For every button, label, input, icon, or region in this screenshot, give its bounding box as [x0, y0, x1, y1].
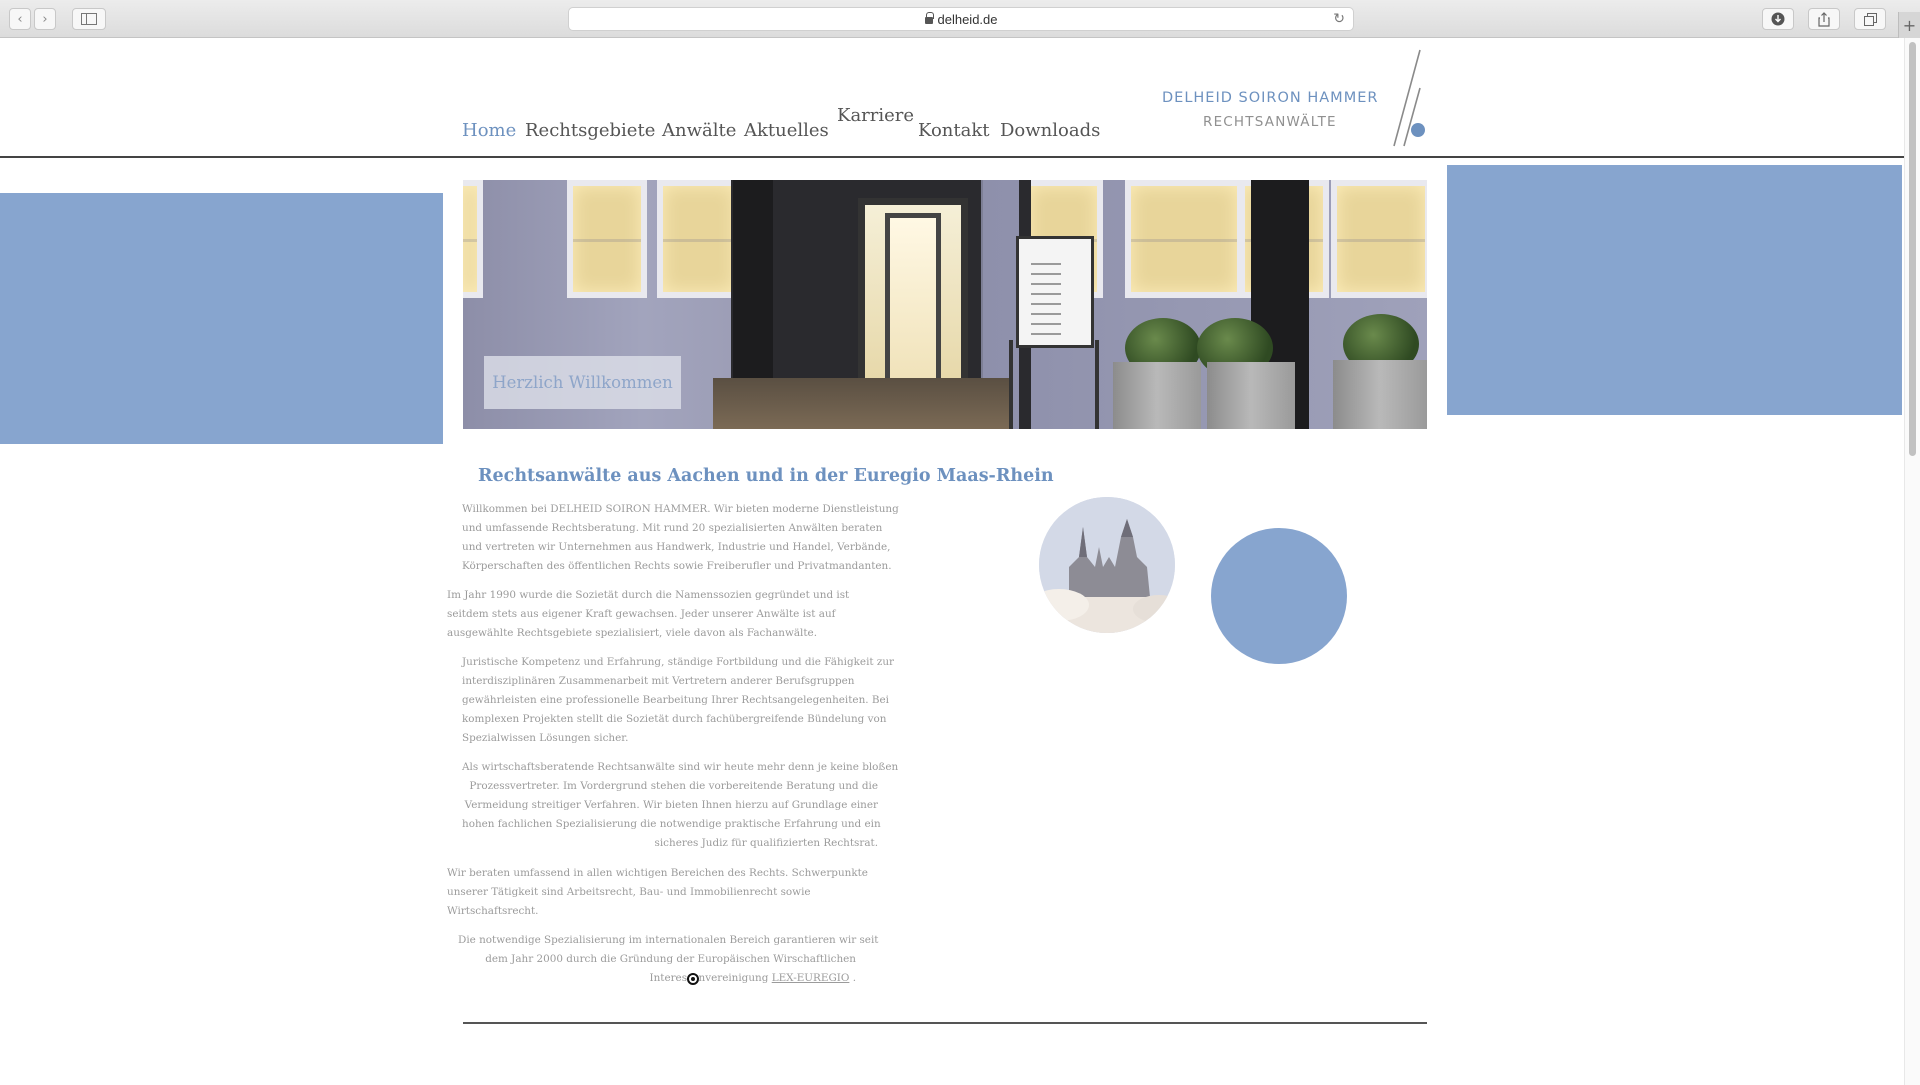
decorative-panel-left: [0, 193, 443, 444]
paragraph-line: Als wirtschaftsberatende Rechtsanwälte s…: [462, 761, 899, 773]
forward-button[interactable]: ›: [34, 8, 56, 30]
nav-aktuelles[interactable]: Aktuelles: [744, 120, 829, 141]
paragraph-line: komplexen Projekten stellt die Sozietät …: [462, 713, 887, 725]
international-paragraph: Die notwendige Spezialisierung im intern…: [458, 931, 879, 988]
nav-kontakt[interactable]: Kontakt: [918, 120, 990, 141]
url-text: delheid.de: [937, 11, 998, 27]
paragraph-line: ausgewählte Rechtsgebiete spezialisiert,…: [447, 627, 817, 639]
chevron-right-icon: ›: [42, 11, 48, 27]
paragraph-line: sicheres Judiz für qualifizierten Rechts…: [654, 837, 878, 849]
hero-image: Herzlich Willkommen: [463, 180, 1427, 429]
download-button[interactable]: [1762, 8, 1794, 30]
nav-rechtsgebiete[interactable]: Rechtsgebiete: [525, 120, 655, 141]
mouse-cursor: [687, 973, 699, 985]
share-button[interactable]: [1808, 8, 1840, 30]
lex-euregio-link[interactable]: LEX-EUREGIO: [772, 972, 850, 984]
paragraph-line: dem Jahr 2000 durch die Gründung der Eur…: [485, 953, 856, 965]
nav-anwaelte[interactable]: Anwälte: [662, 120, 736, 141]
paragraph-line: seitdem stets aus eigener Kraft gewachse…: [447, 608, 836, 620]
nav-karriere[interactable]: Karriere: [837, 105, 914, 126]
plus-icon: +: [1902, 15, 1917, 35]
decorative-circle: [1211, 528, 1347, 664]
competence-paragraph: Juristische Kompetenz und Erfahrung, stä…: [462, 653, 894, 748]
sidebar-button[interactable]: [72, 8, 106, 30]
tabs-icon: [1863, 12, 1877, 26]
site-logo[interactable]: DELHEID SOIRON HAMMER RECHTSANWÄLTE: [1162, 48, 1428, 148]
address-bar[interactable]: delheid.de ↻: [568, 7, 1354, 31]
sidebar-icon: [81, 13, 97, 25]
tabs-button[interactable]: [1854, 8, 1886, 30]
main-nav: Home Rechtsgebiete Anwälte Aktuelles Kar…: [462, 100, 1102, 144]
chevron-left-icon: ‹: [17, 11, 23, 27]
paragraph-line: Wirtschaftsrecht.: [447, 905, 539, 917]
paragraph-line: unserer Tätigkeit sind Arbeitsrecht, Bau…: [447, 886, 811, 898]
scrollbar-thumb[interactable]: [1909, 42, 1916, 456]
intro-paragraph: Willkommen bei DELHEID SOIRON HAMMER. Wi…: [462, 500, 899, 576]
paragraph-line: gewährleisten eine professionelle Bearbe…: [462, 694, 889, 706]
paragraph-line: Im Jahr 1990 wurde die Sozietät durch di…: [447, 589, 850, 601]
back-button[interactable]: ‹: [9, 8, 31, 30]
history-paragraph: Im Jahr 1990 wurde die Sozietät durch di…: [447, 586, 849, 643]
paragraph-line: Prozessvertreter. Im Vordergrund stehen …: [469, 780, 878, 792]
paragraph-line: Körperschaften des öffentlichen Rechts s…: [462, 560, 892, 572]
paragraph-line: Die notwendige Spezialisierung im intern…: [458, 934, 879, 946]
nav-home[interactable]: Home: [462, 120, 516, 141]
header-divider: [0, 156, 1904, 158]
hero-sign: [1016, 236, 1094, 348]
focus-paragraph: Wir beraten umfassend in allen wichtigen…: [447, 864, 868, 921]
hero-caption-text: Herzlich Willkommen: [492, 373, 673, 392]
paragraph-line: Interessenvereinigung LEX-EUREGIO .: [458, 969, 856, 988]
logo-firm-name: DELHEID SOIRON HAMMER: [1162, 90, 1379, 106]
paragraph-line: und umfassende Rechtsberatung. Mit rund …: [462, 522, 883, 534]
paragraph-text: .: [849, 972, 856, 984]
paragraph-line: Willkommen bei DELHEID SOIRON HAMMER. Wi…: [462, 503, 899, 515]
paragraph-line: Juristische Kompetenz und Erfahrung, stä…: [462, 656, 895, 668]
paragraph-line: Spezialwissen Lösungen sicher.: [462, 732, 629, 744]
logo-slash-mark: [1393, 49, 1425, 147]
cathedral-illustration: [1039, 497, 1175, 633]
logo-subtitle: RECHTSANWÄLTE: [1203, 114, 1337, 130]
page-headline: Rechtsanwälte aus Aachen und in der Eure…: [478, 466, 1054, 486]
paragraph-text: Interessenvereinigung: [649, 972, 772, 984]
paragraph-line: Wir beraten umfassend in allen wichtigen…: [447, 867, 868, 879]
advisory-paragraph: Als wirtschaftsberatende Rechtsanwälte s…: [462, 758, 899, 853]
paragraph-line: hohen fachlichen Spezialisierung die not…: [462, 818, 881, 830]
download-icon: [1771, 12, 1785, 26]
content-divider: [463, 1022, 1427, 1024]
reload-icon[interactable]: ↻: [1333, 11, 1345, 27]
paragraph-line: und vertreten wir Unternehmen aus Handwe…: [462, 541, 891, 553]
nav-downloads[interactable]: Downloads: [1000, 120, 1100, 141]
cathedral-photo: [1039, 497, 1175, 633]
browser-toolbar: ‹ › delheid.de ↻ +: [0, 0, 1920, 38]
share-icon: [1818, 11, 1830, 27]
lock-icon: [924, 11, 934, 24]
hero-caption: Herzlich Willkommen: [484, 356, 681, 409]
new-tab-button[interactable]: +: [1898, 12, 1920, 38]
paragraph-line: Vermeidung streitiger Verfahren. Wir bie…: [464, 799, 878, 811]
decorative-panel-right: [1447, 165, 1902, 415]
scrollbar[interactable]: [1904, 38, 1920, 1085]
paragraph-line: interdisziplinären Zusammenarbeit mit Ve…: [462, 675, 855, 687]
